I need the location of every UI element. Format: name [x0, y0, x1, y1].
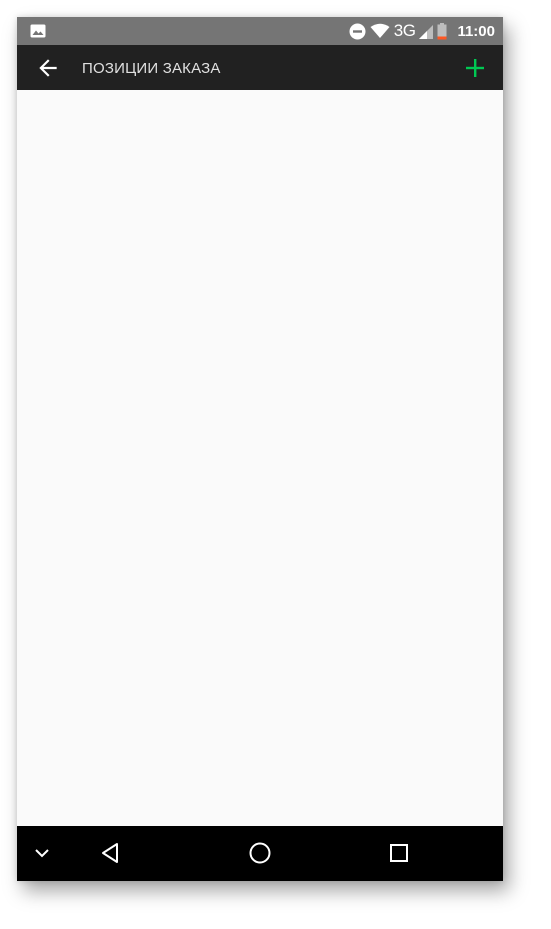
status-bar: 3G 11:00: [17, 17, 503, 45]
wifi-icon: [370, 23, 390, 38]
network-type-label: 3G: [393, 21, 416, 40]
recents-square-icon[interactable]: [386, 840, 412, 866]
arrow-back-icon[interactable]: [35, 55, 61, 81]
navigation-bar: [17, 826, 503, 881]
image-notification-icon: [30, 24, 46, 38]
back-triangle-icon[interactable]: [98, 840, 124, 866]
home-circle-icon[interactable]: [247, 840, 273, 866]
chevron-down-icon[interactable]: [29, 840, 55, 866]
order-items-list: [17, 90, 503, 826]
clock-time: 11:00: [457, 22, 495, 40]
cell-signal-icon: [419, 24, 434, 39]
battery-low-icon: [437, 22, 447, 39]
status-icons: 3G 11:00: [349, 17, 495, 45]
plus-icon[interactable]: [463, 56, 487, 80]
app-bar: ПОЗИЦИИ ЗАКАЗА: [17, 45, 503, 90]
page-title: ПОЗИЦИИ ЗАКАЗА: [82, 60, 221, 77]
phone-screen: 3G 11:00 ПОЗИЦИИ ЗАКАЗА: [17, 17, 503, 881]
do-not-disturb-icon: [349, 23, 366, 39]
